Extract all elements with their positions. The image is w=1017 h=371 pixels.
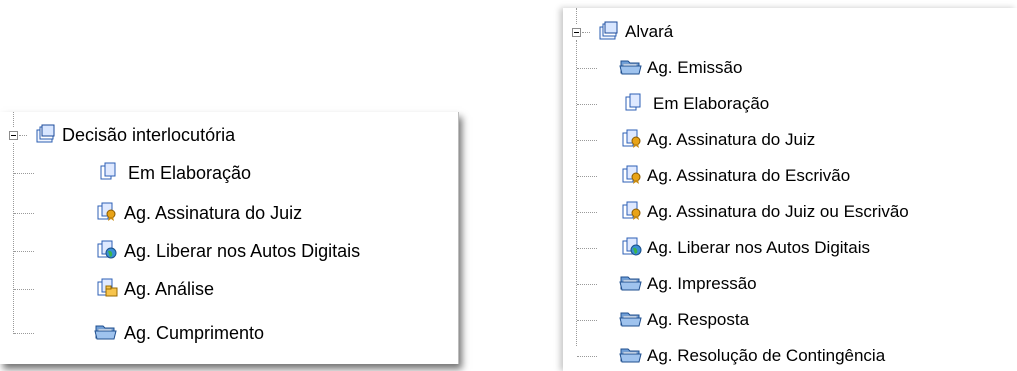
tree-node-ag-assinatura-do-escrivao[interactable]: Ag. Assinatura do Escrivão bbox=[563, 163, 1003, 189]
tree-node-ag-emissao[interactable]: Ag. Emissão bbox=[563, 55, 1003, 81]
tree-connector bbox=[577, 176, 597, 177]
folder-document-icon bbox=[34, 124, 56, 144]
tree-node-decisao-interlocutoria[interactable]: Decisão interlocutória bbox=[0, 122, 440, 148]
open-folder-icon bbox=[619, 309, 643, 329]
tree-node-ag-assinatura-do-juiz[interactable]: Ag. Assinatura do Juiz bbox=[563, 127, 1003, 153]
tree-node-ag-liberar-autos-digitais[interactable]: Ag. Liberar nos Autos Digitais bbox=[0, 238, 450, 264]
tree-node-ag-resposta[interactable]: Ag. Resposta bbox=[563, 307, 1003, 333]
document-folder-icon bbox=[96, 278, 118, 298]
tree-node-label: Decisão interlocutória bbox=[62, 125, 236, 145]
tree-node-ag-liberar-autos-digitais[interactable]: Ag. Liberar nos Autos Digitais bbox=[563, 235, 1003, 261]
tree-connector bbox=[577, 248, 597, 249]
tree-node-label: Ag. Assinatura do Juiz ou Escrivão bbox=[647, 202, 909, 221]
right-tree-panel: Alvará Ag. Emissão Em Elaboração Ag. Ass… bbox=[563, 8, 1017, 371]
document-seal-icon bbox=[96, 202, 118, 222]
tree-connector bbox=[14, 251, 34, 252]
tree-node-label: Ag. Impressão bbox=[647, 274, 757, 293]
tree-node-ag-cumprimento[interactable]: Ag. Cumprimento bbox=[0, 320, 440, 346]
tree-connector bbox=[577, 356, 597, 357]
tree-node-em-elaboracao[interactable]: Em Elaboração bbox=[563, 91, 1003, 117]
tree-node-label: Ag. Análise bbox=[124, 279, 215, 299]
tree-node-ag-assinatura-do-juiz[interactable]: Ag. Assinatura do Juiz bbox=[0, 200, 440, 226]
tree-node-label: Ag. Resposta bbox=[647, 310, 750, 329]
tree-connector bbox=[577, 320, 597, 321]
tree-node-alvara[interactable]: Alvará bbox=[563, 19, 1003, 45]
tree-node-label: Ag. Cumprimento bbox=[124, 323, 265, 343]
open-folder-icon bbox=[619, 273, 643, 293]
tree-connector bbox=[577, 68, 597, 69]
tree-node-ag-resolucao-contingencia[interactable]: Ag. Resolução de Contingência bbox=[563, 343, 1003, 369]
document-seal-icon bbox=[621, 201, 643, 221]
tree-connector bbox=[577, 212, 597, 213]
open-folder-icon bbox=[619, 345, 643, 365]
tree-node-label: Em Elaboração bbox=[128, 163, 252, 183]
tree-node-ag-analise[interactable]: Ag. Análise bbox=[0, 276, 440, 302]
tree-connector bbox=[582, 32, 590, 33]
collapse-toggle-icon[interactable] bbox=[572, 28, 581, 37]
folder-document-icon bbox=[597, 21, 619, 41]
tree-node-label: Ag. Emissão bbox=[647, 58, 743, 77]
open-folder-icon bbox=[619, 57, 643, 77]
tree-connector bbox=[14, 333, 34, 334]
collapse-toggle-icon[interactable] bbox=[9, 131, 18, 140]
tree-connector bbox=[19, 135, 27, 136]
tree-connector bbox=[14, 289, 34, 290]
document-copies-icon bbox=[623, 93, 643, 113]
tree-node-ag-assinatura-juiz-ou-escrivao[interactable]: Ag. Assinatura do Juiz ou Escrivão bbox=[563, 199, 1013, 225]
tree-node-ag-impressao[interactable]: Ag. Impressão bbox=[563, 271, 1003, 297]
tree-node-label: Ag. Assinatura do Juiz bbox=[647, 130, 816, 149]
document-globe-icon bbox=[96, 240, 118, 260]
tree-node-label: Ag. Assinatura do Juiz bbox=[124, 203, 303, 223]
tree-node-label: Ag. Liberar nos Autos Digitais bbox=[124, 241, 361, 261]
tree-node-em-elaboracao[interactable]: Em Elaboração bbox=[0, 160, 440, 186]
tree-node-label: Ag. Assinatura do Escrivão bbox=[647, 166, 851, 185]
document-globe-icon bbox=[621, 237, 643, 257]
tree-connector bbox=[576, 40, 577, 346]
tree-node-label: Ag. Resolução de Contingência bbox=[647, 346, 886, 365]
open-folder-icon bbox=[94, 322, 118, 342]
document-seal-icon bbox=[621, 165, 643, 185]
tree-node-label: Em Elaboração bbox=[653, 94, 770, 113]
tree-connector bbox=[14, 213, 34, 214]
left-tree-panel: Decisão interlocutória Em Elaboração Ag.… bbox=[0, 112, 459, 364]
tree-connector bbox=[577, 104, 597, 105]
tree-connector bbox=[14, 173, 34, 174]
tree-connector bbox=[577, 140, 597, 141]
tree-node-label: Ag. Liberar nos Autos Digitais bbox=[647, 238, 871, 257]
document-seal-icon bbox=[621, 129, 643, 149]
document-copies-icon bbox=[98, 162, 118, 182]
tree-connector bbox=[577, 284, 597, 285]
tree-node-label: Alvará bbox=[625, 22, 674, 41]
